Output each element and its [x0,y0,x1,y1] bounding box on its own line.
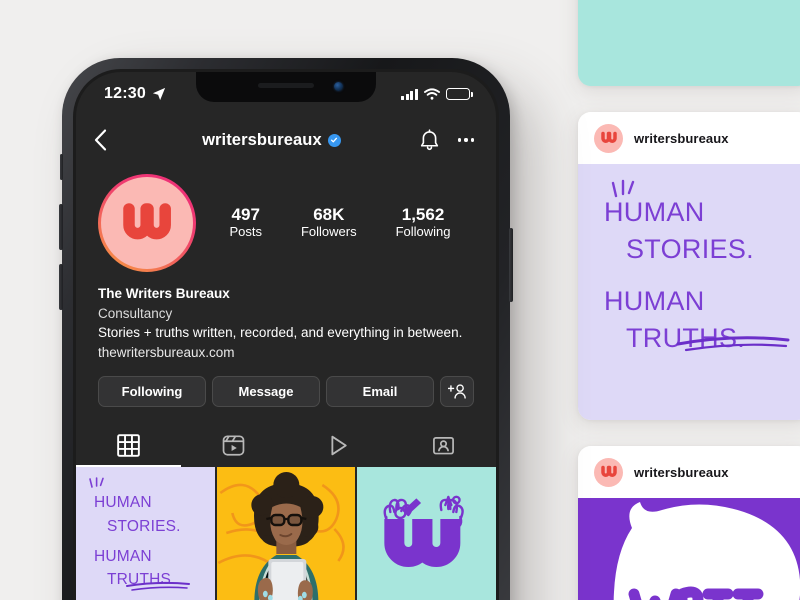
page-title: writersbureaux [202,130,322,149]
post-grid: HUMAN STORIES. HUMAN TRUTHS. [76,467,496,600]
notch [196,72,376,102]
stat-posts[interactable]: 497 Posts [229,205,262,241]
card-bottom-username: writersbureaux [634,464,729,480]
stat-following-label: Following [395,224,451,240]
card-bottom-header: writersbureaux [578,446,800,498]
w-logo-arches-graphic [578,0,800,86]
front-camera-icon [334,82,343,91]
tab-reels[interactable] [181,424,286,467]
cellular-signal-icon [401,88,418,100]
card-middle-username: writersbureaux [634,130,729,146]
phone-bezel: 12:30 writersbureaux 497 Posts 68K Follo… [73,69,499,600]
phone-device: 12:30 writersbureaux 497 Posts 68K Follo… [59,58,513,600]
card-avatar-w-logo [594,123,623,153]
stat-followers-value: 68K [313,204,345,224]
speech-bubble-write-graphic [578,498,800,600]
quote-line-3: HUMAN [604,285,705,316]
stat-posts-label: Posts [229,224,262,240]
post-3-graphic [357,467,496,600]
avatar-image [101,177,193,269]
profile-avatar-w-logo [123,203,171,240]
following-button[interactable]: Following [98,376,206,408]
tab-tagged[interactable] [391,424,496,467]
card-avatar-w-logo [594,457,623,487]
canvas: writersbureaux HUMAN STORIES. HUMAN TRUT… [0,0,800,600]
tab-grid[interactable] [76,424,181,468]
power-button[interactable] [509,228,513,302]
play-icon [331,436,347,456]
bell-icon[interactable] [419,128,440,152]
stat-followers-label: Followers [300,224,357,240]
volume-up-button[interactable] [59,204,63,250]
card-bottom[interactable]: writersbureaux [578,446,800,600]
profile-bio: The Writers Bureaux Consultancy Stories … [76,272,496,362]
tagged-icon [433,437,454,455]
stat-posts-value: 497 [231,204,260,224]
bio-display-name: The Writers Bureaux [98,286,230,301]
speaker-grille [258,83,314,88]
post-human-stories[interactable]: HUMAN STORIES. HUMAN TRUTHS. [76,467,215,600]
add-person-button[interactable] [440,376,474,408]
card-middle[interactable]: writersbureaux HUMAN STORIES. HUMAN TRUT… [578,112,800,420]
status-bar-clock: 12:30 [104,85,146,102]
post-1-line-1: HUMAN [94,494,152,512]
card-middle-artwork: HUMAN STORIES. HUMAN TRUTHS. [578,164,800,420]
profile-title-wrap: writersbureaux [124,131,419,150]
verified-badge-icon [327,133,341,147]
profile-tabs [76,424,496,468]
phone-screen: 12:30 writersbureaux 497 Posts 68K Follo… [76,72,496,600]
card-middle-header: writersbureaux [578,112,800,164]
message-button[interactable]: Message [212,376,320,408]
underline-swoosh-icon [676,336,790,352]
silence-switch[interactable] [60,154,63,180]
grid-icon [117,434,140,458]
post-1-text: HUMAN STORIES. HUMAN TRUTHS. [94,491,181,591]
post-woman-tablet[interactable] [216,467,356,600]
status-bar-left: 12:30 [104,85,166,103]
bio-description: Stories + truths written, recorded, and … [98,325,463,341]
stat-following[interactable]: 1,562 Following [396,205,451,241]
volume-down-button[interactable] [59,264,63,310]
avatar[interactable] [98,174,196,272]
location-arrow-icon [152,87,166,101]
post-2-photo [216,467,356,600]
sparkle-icon [89,477,104,489]
bio-category: Consultancy [98,305,173,321]
profile-summary: 497 Posts 68K Followers 1,562 Following [76,164,496,272]
email-button[interactable]: Email [326,376,434,408]
bio-link[interactable]: thewritersbureaux.com [98,343,474,363]
post-1-line-3: HUMAN [94,547,152,565]
tab-igtv[interactable] [286,424,391,467]
add-person-icon [447,384,466,399]
profile-top-actions [419,128,474,152]
card-bottom-artwork [578,498,800,600]
profile-top-bar: writersbureaux [76,116,496,164]
profile-action-buttons: Following Message Email [76,362,496,408]
more-options-icon[interactable] [457,138,474,142]
underline-swoosh-icon [126,582,190,592]
battery-icon [446,88,473,100]
post-w-logo-hands[interactable] [357,467,496,600]
quote-line-2: STORIES. [626,233,754,264]
card-top-artwork [578,0,800,86]
stat-followers[interactable]: 68K Followers [301,205,357,241]
post-1-line-2: STORIES. [107,517,181,535]
status-bar-right [401,88,473,100]
stat-following-value: 1,562 [401,204,445,224]
reels-icon [222,435,245,456]
profile-stats: 497 Posts 68K Followers 1,562 Following [196,205,474,241]
card-top[interactable] [578,0,800,86]
wifi-icon [424,88,440,100]
back-button[interactable] [94,129,124,151]
quote-line-1: HUMAN [604,197,705,227]
